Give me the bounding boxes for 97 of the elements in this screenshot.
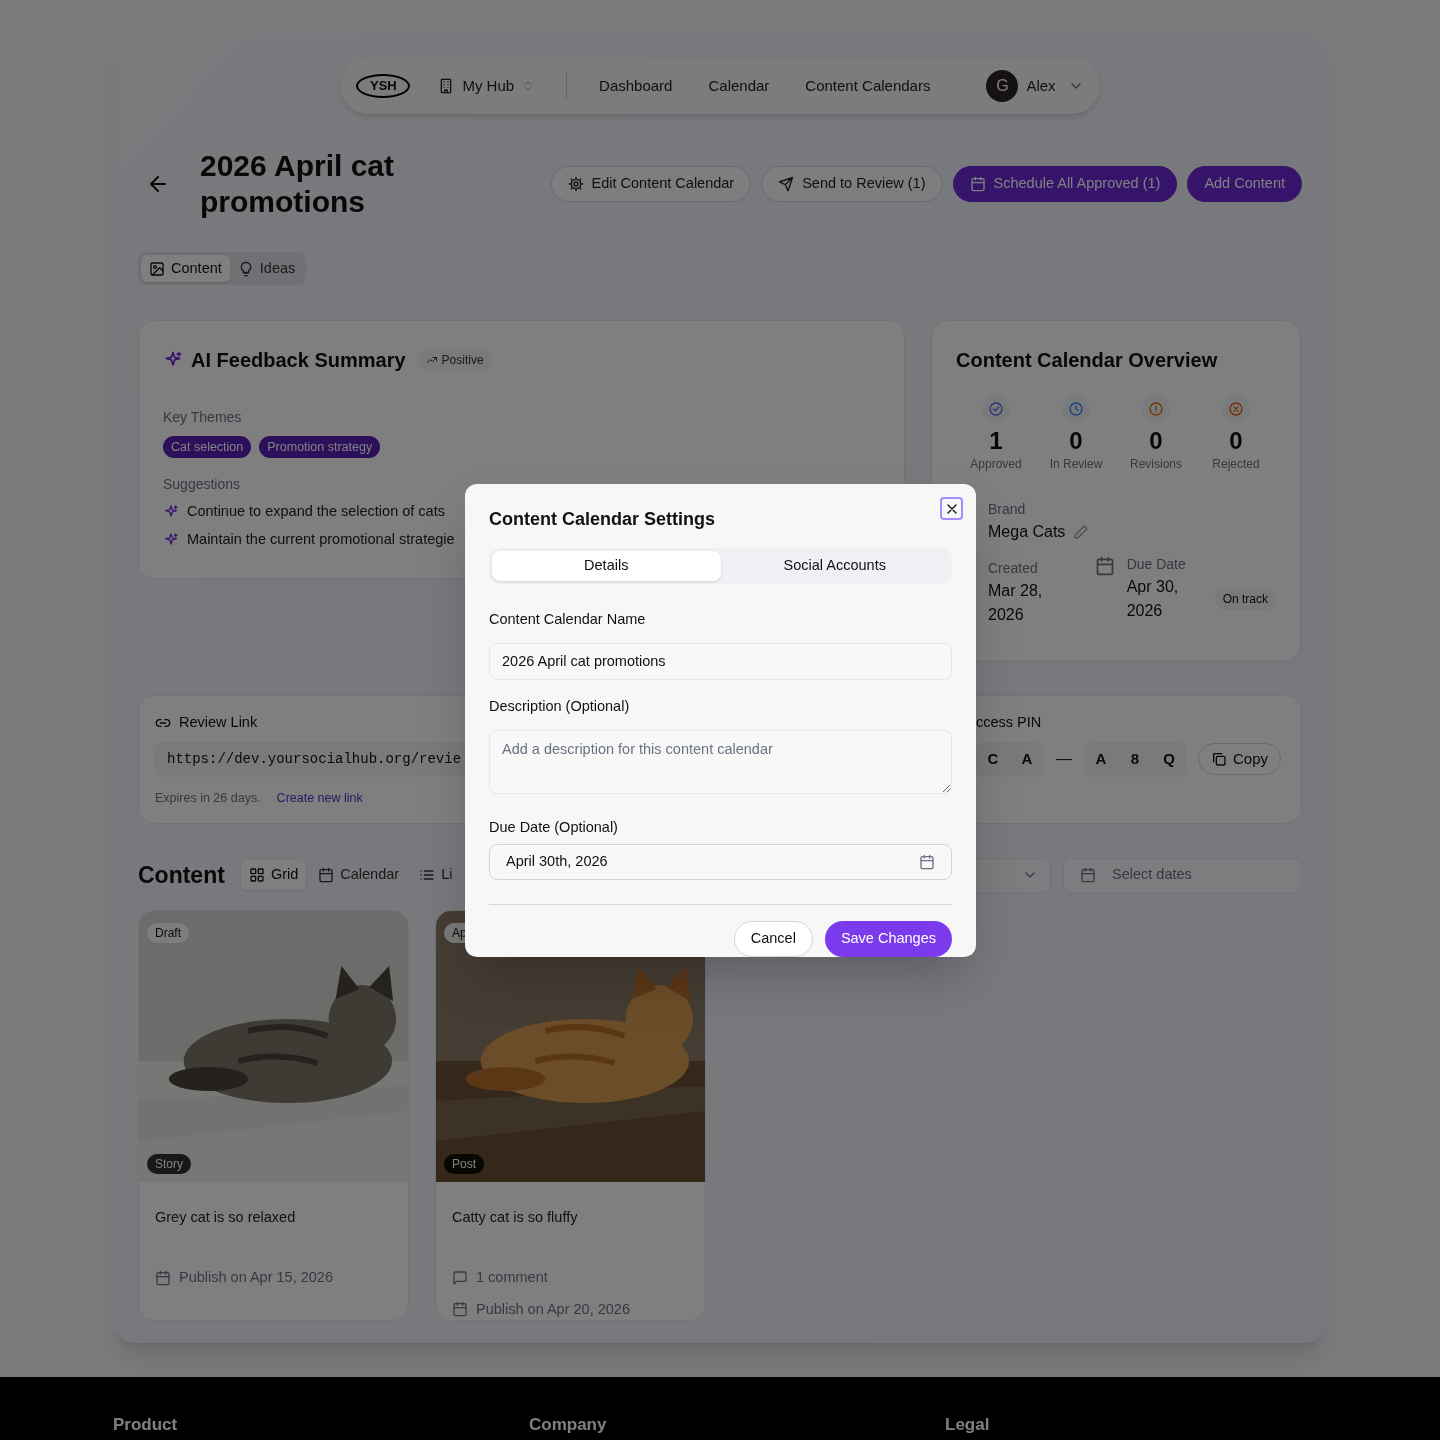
settings-icon	[567, 176, 584, 192]
calendar-icon	[969, 176, 986, 192]
field-label: Created	[988, 559, 1039, 578]
field-label: Due Date (Optional)	[489, 817, 619, 837]
field-label: Description (Optional)	[489, 696, 631, 716]
create-link[interactable]: Create new link	[276, 788, 363, 808]
footer-heading: Company	[529, 1415, 608, 1436]
status-badge: Draft	[147, 923, 189, 943]
type-badge: Post	[444, 1154, 484, 1174]
due-date: Apr 30, 2026	[1126, 577, 1180, 621]
action-button[interactable]: Schedule All Approved (1)	[952, 166, 1178, 202]
section-heading: Content	[138, 860, 225, 890]
publish-date: Publish on Apr 15, 2026	[179, 1267, 333, 1287]
card-title: Catty cat is so fluffy	[452, 1208, 579, 1227]
card-title: Content Calendar Overview	[956, 348, 1219, 373]
calendar-icon	[1094, 556, 1115, 576]
name-field[interactable]: 2026 April cat promotions	[489, 642, 952, 680]
comment-icon	[452, 1269, 468, 1286]
nav-link[interactable]: Content Calendars	[805, 74, 931, 98]
sentiment-badge: Positive	[417, 349, 492, 371]
stat-value: 0	[1149, 427, 1163, 455]
hub-switcher[interactable]: My Hub	[438, 74, 535, 98]
theme-tag: Cat selection	[163, 436, 252, 458]
created-date: Mar 28, 2026	[988, 581, 1044, 625]
stat-value: 1	[989, 427, 1003, 455]
send-icon	[778, 176, 795, 192]
section-title: Review Link	[179, 713, 258, 732]
dialog-tab[interactable]: Social Accounts	[720, 551, 949, 581]
dialog-tab[interactable]: Details	[492, 551, 721, 581]
expiry-text: Expires in 26 days.	[155, 789, 261, 807]
calendar-icon	[452, 1301, 468, 1318]
check-circle-icon	[988, 401, 1004, 417]
description-field[interactable]: Add a description for this content calendar	[489, 729, 952, 794]
pencil-icon	[1073, 524, 1090, 540]
field-label: Content Calendar Name	[489, 610, 647, 629]
stat-label: Approved	[970, 456, 1022, 473]
calendar-icon	[1080, 867, 1096, 883]
section-label: Key Themes	[163, 408, 243, 427]
action-button[interactable]: Add Content	[1187, 166, 1302, 202]
theme-tag: Promotion strategy	[259, 436, 381, 458]
page-tab[interactable]: Ideas	[229, 255, 304, 282]
nav-link[interactable]: Calendar	[708, 74, 770, 98]
date-range-field[interactable]: Select dates	[1063, 857, 1302, 893]
list-icon	[419, 867, 436, 883]
status-badge: On track	[1214, 587, 1276, 610]
user-menu[interactable]: G Alex	[986, 70, 1084, 102]
stat-value: 0	[1229, 427, 1243, 455]
action-button[interactable]: Edit Content Calendar	[550, 166, 752, 202]
view-tab[interactable]: Calendar	[310, 860, 408, 890]
pin-character: 8	[1129, 749, 1141, 769]
calendar-icon	[919, 854, 935, 871]
stat-label: Rejected	[1212, 456, 1260, 473]
x-circle-icon	[1228, 401, 1244, 417]
suggestion-text: Maintain the current promotional strategie	[187, 530, 455, 550]
type-badge: Story	[147, 1154, 191, 1174]
footer-heading: Legal	[945, 1415, 991, 1436]
image-icon	[149, 260, 165, 277]
section-label: Suggestions	[163, 475, 242, 494]
page-title: 2026 April cat promotions	[200, 148, 395, 220]
close-button[interactable]	[940, 497, 963, 520]
pin-character: C	[986, 749, 1000, 769]
page-tab[interactable]: Content	[141, 255, 230, 282]
logo[interactable]: YSH	[356, 74, 411, 98]
footer-heading: Product	[113, 1415, 179, 1436]
card-title: AI Feedback Summary	[191, 348, 406, 373]
action-button[interactable]: Send to Review (1)	[761, 166, 943, 202]
trend-up-icon	[425, 354, 438, 366]
pin-character: Q	[1162, 749, 1176, 769]
pin-separator: —	[1055, 749, 1073, 770]
card-title: Grey cat is so relaxed	[155, 1208, 297, 1227]
save-button[interactable]: Save Changes	[824, 921, 952, 958]
publish-date: Publish on Apr 20, 2026	[476, 1299, 630, 1319]
field-label: Brand	[988, 500, 1027, 519]
brand-name: Mega Cats	[988, 522, 1066, 542]
stat-value: 0	[1069, 427, 1083, 455]
view-tab[interactable]: Li	[411, 860, 461, 890]
avatar: G	[986, 70, 1019, 102]
view-tab[interactable]: Grid	[240, 860, 307, 890]
date-picker-field[interactable]: April 30th, 2026	[489, 844, 952, 881]
content-card[interactable]: Draft Story Grey cat is so relaxed Publish on Apr 15, 2026	[138, 910, 409, 1321]
clock-icon	[1068, 401, 1084, 417]
pin-character: A	[1020, 749, 1034, 769]
cancel-button[interactable]: Cancel	[733, 921, 813, 958]
pin-character: A	[1094, 749, 1108, 769]
copy-icon	[1211, 751, 1227, 768]
stat-label: In Review	[1049, 456, 1103, 473]
stat-label: Revisions	[1130, 456, 1182, 473]
calendar-icon	[318, 867, 335, 883]
dialog-title: Content Calendar Settings	[489, 508, 717, 531]
suggestion-text: Continue to expand the selection of cats	[187, 502, 445, 522]
grid-icon	[248, 867, 265, 883]
nav-link[interactable]: Dashboard	[599, 74, 673, 98]
alert-circle-icon	[1148, 401, 1164, 417]
calendar-icon	[155, 1269, 171, 1286]
section-title: ccess PIN	[976, 713, 1042, 732]
comment-count: 1 comment	[476, 1267, 548, 1287]
field-label: Due Date	[1126, 555, 1187, 574]
